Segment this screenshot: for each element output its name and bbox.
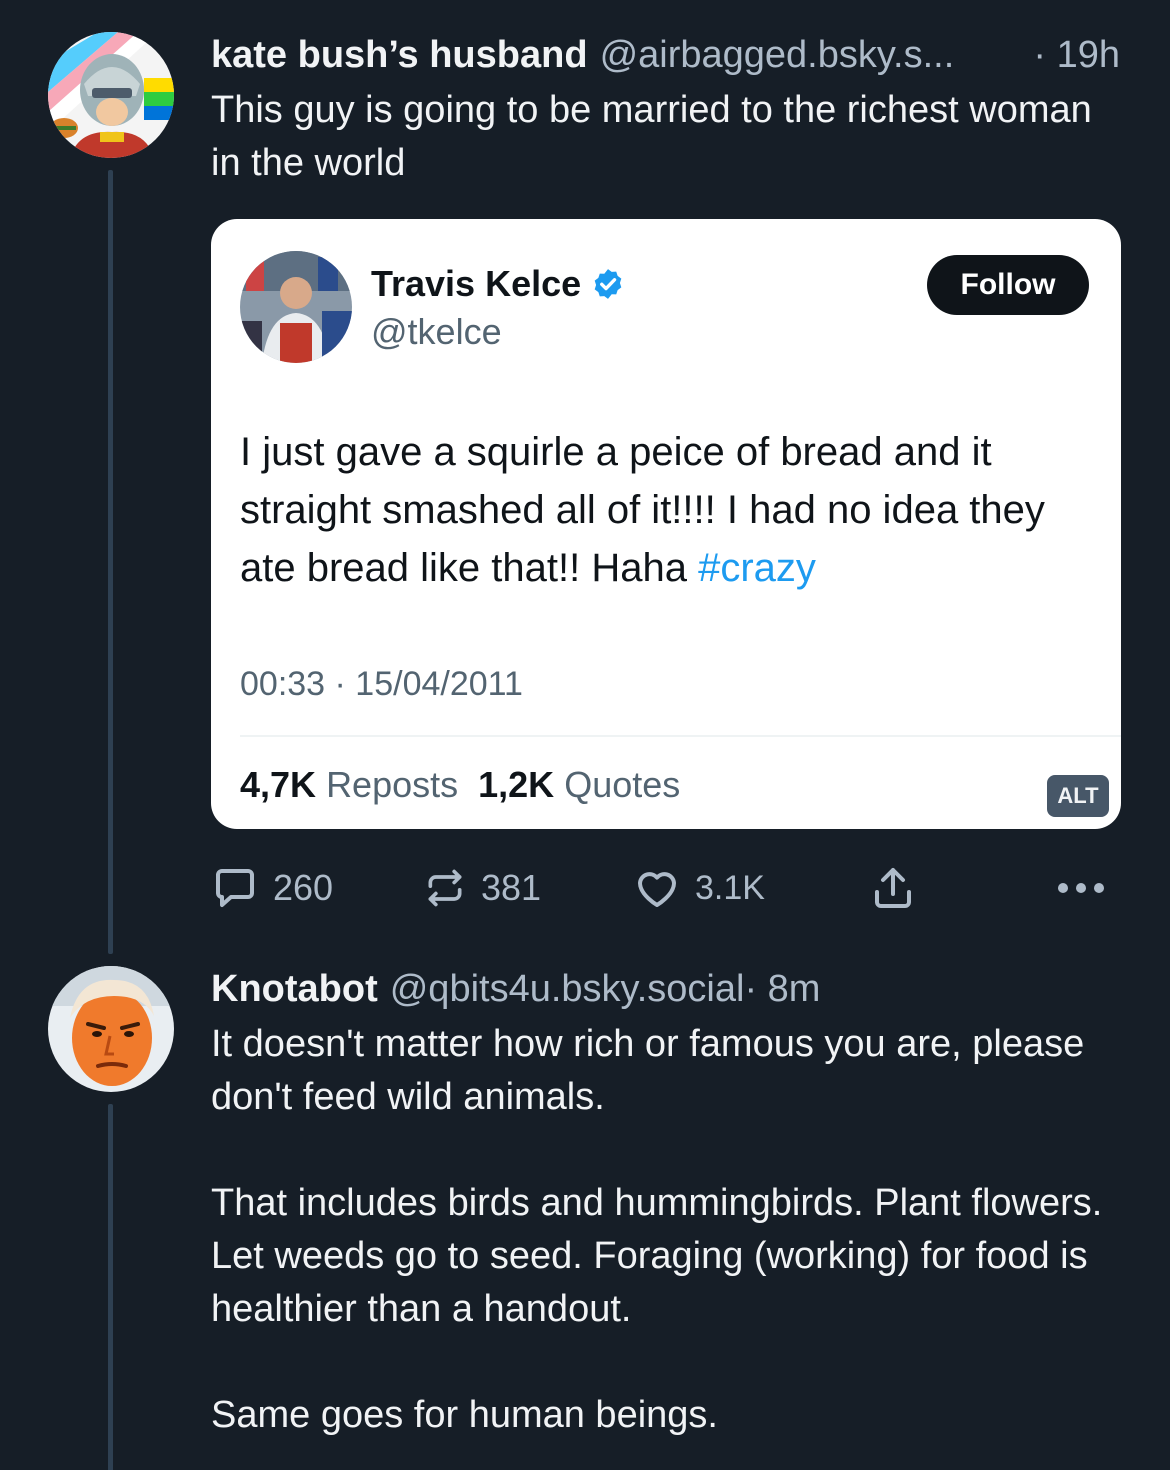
embed-author-handle: @tkelce [371, 311, 502, 352]
avatar[interactable] [48, 966, 174, 1092]
post-paragraph: This guy is going to be married to the r… [211, 89, 1092, 184]
repost-button[interactable]: 381 [423, 862, 541, 914]
more-icon [1058, 883, 1104, 893]
handle[interactable]: @qbits4u.bsky.social [390, 964, 745, 1014]
repost-count: 381 [481, 867, 542, 908]
like-button[interactable]: 3.1K [633, 862, 765, 914]
post-actions: 260 381 3.1K [211, 862, 1121, 914]
post-text: It doesn't matter how rich or famous you… [211, 1018, 1120, 1442]
share-button[interactable] [869, 862, 917, 914]
hashtag: #crazy [698, 546, 816, 590]
reply-icon [216, 869, 254, 907]
embed-text-body: I just gave a squirle a peice of bread a… [240, 430, 1045, 590]
timestamp[interactable]: · 19h [1033, 30, 1120, 80]
post: Knotabot @qbits4u.bsky.social · 8m It do… [211, 964, 1120, 1442]
thread-line [108, 1104, 113, 1470]
embed-stats: 4,7K Reposts 1,2K Quotes [240, 764, 680, 806]
like-icon [638, 872, 676, 907]
reply-button[interactable]: 260 [211, 862, 333, 914]
thread: kate bush’s husband @airbagged.bsky.s...… [0, 0, 1170, 1470]
display-name[interactable]: kate bush’s husband [211, 30, 588, 80]
share-icon [875, 868, 911, 908]
repost-icon [428, 869, 462, 907]
post-paragraph: Same goes for human beings. [211, 1394, 718, 1436]
reposts-label: Reposts [326, 764, 459, 805]
timestamp[interactable]: · 8m [744, 964, 820, 1014]
more-button[interactable] [1053, 862, 1109, 914]
post-paragraph: That includes birds and hummingbirds. Pl… [211, 1182, 1103, 1330]
reply-count: 260 [273, 867, 334, 908]
quotes-count: 1,2K [478, 764, 555, 805]
verified-icon [594, 269, 622, 299]
post-header: kate bush’s husband @airbagged.bsky.s...… [211, 30, 1120, 80]
embed-avatar [240, 251, 352, 363]
divider [240, 735, 1121, 737]
embed-tweet-text: I just gave a squirle a peice of bread a… [240, 423, 1110, 597]
embed-name-text: Travis Kelce [371, 263, 582, 304]
embedded-image[interactable]: Travis Kelce @tkelce Follow I just gave … [211, 219, 1121, 829]
post-header: Knotabot @qbits4u.bsky.social · 8m [211, 964, 1120, 1014]
post: kate bush’s husband @airbagged.bsky.s...… [211, 30, 1120, 190]
follow-button: Follow [927, 255, 1089, 315]
reposts-count: 4,7K [240, 764, 317, 805]
quotes-label: Quotes [564, 764, 681, 805]
embed-date: 00:33 · 15/04/2011 [240, 665, 523, 703]
alt-badge[interactable]: ALT [1047, 775, 1109, 817]
thread-line [108, 170, 113, 954]
display-name[interactable]: Knotabot [211, 964, 378, 1014]
avatar[interactable] [48, 32, 174, 158]
like-count: 3.1K [695, 868, 765, 907]
embed-author-name: Travis Kelce [371, 263, 625, 305]
handle[interactable]: @airbagged.bsky.s... [600, 30, 955, 80]
post-paragraph: It doesn't matter how rich or famous you… [211, 1023, 1085, 1118]
post-text: This guy is going to be married to the r… [211, 84, 1120, 190]
